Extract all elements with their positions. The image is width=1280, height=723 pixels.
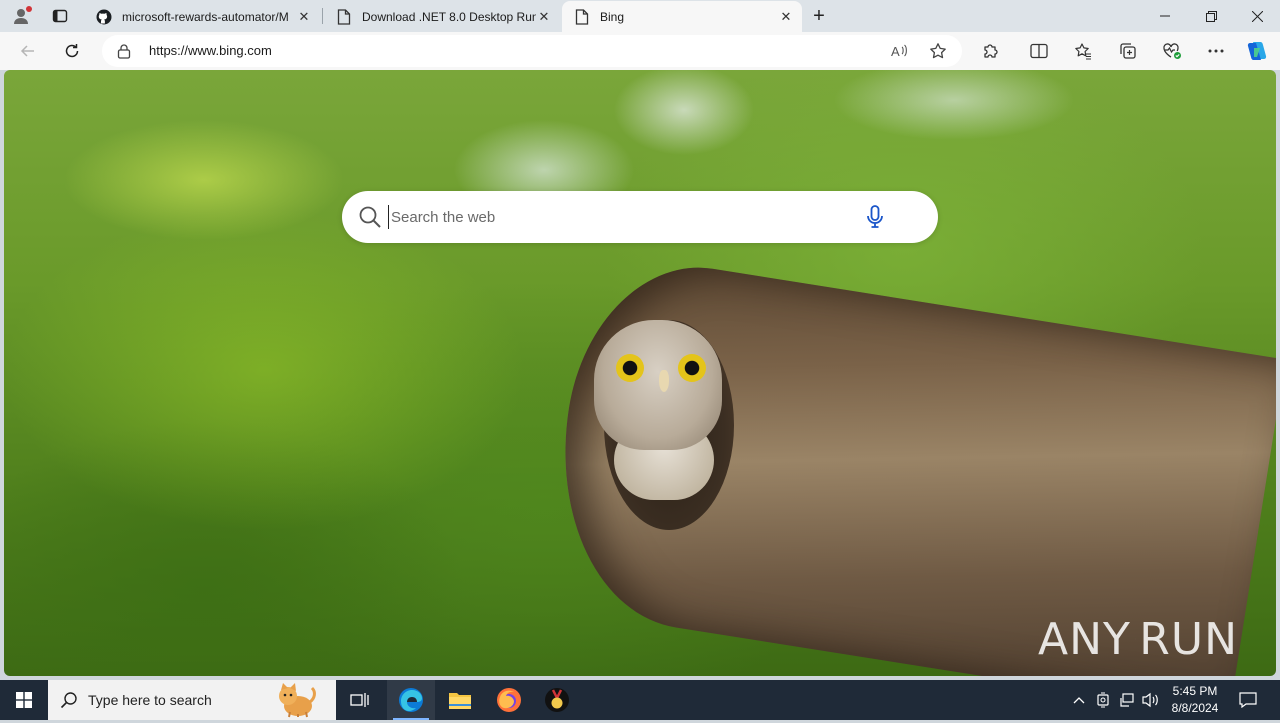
edge-icon — [398, 687, 424, 713]
split-screen-button[interactable] — [1025, 37, 1053, 65]
watermark-text-right: RUN — [1139, 614, 1238, 665]
profile-button[interactable] — [8, 4, 34, 28]
speaker-icon — [1142, 692, 1160, 708]
background-image — [4, 70, 1276, 676]
restore-icon — [1206, 11, 1217, 22]
collections-icon — [1119, 42, 1137, 60]
browser-toolbar: https://www.bing.com A — [0, 32, 1280, 70]
heart-pulse-icon — [1162, 42, 1182, 60]
minimize-button[interactable] — [1142, 0, 1188, 32]
new-tab-button[interactable]: + — [808, 4, 830, 28]
taskbar-file-explorer[interactable] — [436, 680, 484, 720]
restore-button[interactable] — [1188, 0, 1234, 32]
puzzle-icon — [982, 42, 1000, 60]
favorites-button[interactable] — [1069, 37, 1097, 65]
clock-date: 8/8/2024 — [1162, 700, 1228, 717]
taskbar-search[interactable]: Type here to search — [48, 680, 336, 720]
windows-taskbar: Type here to search 5:45 PM 8/8/2024 — [0, 680, 1280, 720]
favorite-star-icon[interactable] — [926, 39, 950, 63]
tab-dotnet-download[interactable]: Download .NET 8.0 Desktop Runt ✕ — [324, 1, 560, 32]
network-button[interactable] — [1116, 680, 1138, 720]
tray-device-button[interactable] — [1092, 680, 1114, 720]
microphone-icon[interactable] — [862, 204, 888, 230]
owl-eye-left — [616, 354, 644, 382]
folder-icon — [448, 690, 472, 710]
taskbar-clock[interactable]: 5:45 PM 8/8/2024 — [1162, 683, 1228, 717]
tab-strip: microsoft-rewards-automator/M ✕ Download… — [0, 0, 1280, 32]
show-hidden-icons-button[interactable] — [1068, 680, 1090, 720]
owl-head — [594, 320, 722, 450]
close-icon[interactable]: ✕ — [536, 9, 552, 25]
close-icon[interactable]: ✕ — [778, 9, 794, 25]
copilot-icon — [1245, 39, 1269, 63]
read-aloud-icon[interactable]: A — [888, 39, 912, 63]
tab-github[interactable]: microsoft-rewards-automator/M ✕ — [84, 1, 320, 32]
notification-dot — [26, 6, 32, 12]
owl-eye-right — [678, 354, 706, 382]
close-icon[interactable]: ✕ — [296, 9, 312, 25]
plus-icon: + — [813, 5, 825, 28]
tab-bing[interactable]: Bing ✕ — [562, 1, 802, 32]
tab-title: Bing — [600, 10, 778, 24]
network-icon — [1119, 692, 1135, 708]
watermark-text-left: ANY — [1038, 614, 1131, 665]
notification-icon — [1239, 692, 1257, 708]
page-icon — [336, 9, 352, 25]
svg-text:A: A — [891, 44, 900, 59]
settings-more-button[interactable] — [1202, 37, 1230, 65]
cat-illustration-icon — [274, 682, 318, 718]
tab-title: Download .NET 8.0 Desktop Runt — [362, 10, 536, 24]
medal-app-icon — [544, 687, 570, 713]
taskbar-firefox[interactable] — [485, 680, 533, 720]
address-bar[interactable]: https://www.bing.com A — [102, 35, 962, 67]
tab-actions-icon — [52, 8, 68, 24]
task-view-icon — [350, 691, 370, 709]
close-icon — [1252, 11, 1263, 22]
page-icon — [574, 9, 590, 25]
owl-beak — [659, 370, 669, 392]
minimize-icon — [1160, 11, 1170, 21]
copilot-button[interactable] — [1243, 37, 1271, 65]
search-icon[interactable] — [358, 205, 382, 234]
tab-actions-button[interactable] — [46, 4, 74, 28]
lock-icon[interactable] — [117, 43, 131, 64]
collections-button[interactable] — [1114, 37, 1142, 65]
taskbar-app-medal[interactable] — [533, 680, 581, 720]
search-box[interactable] — [342, 191, 938, 243]
url-text[interactable]: https://www.bing.com — [149, 43, 272, 58]
start-button[interactable] — [0, 680, 48, 720]
favorites-icon — [1074, 42, 1092, 60]
notifications-button[interactable] — [1232, 680, 1264, 720]
split-screen-icon — [1030, 43, 1048, 59]
task-view-button[interactable] — [336, 680, 384, 720]
tab-title: microsoft-rewards-automator/M — [122, 10, 296, 24]
back-arrow-icon — [20, 43, 36, 59]
windows-logo-icon — [16, 692, 32, 708]
search-icon — [60, 691, 78, 714]
extensions-button[interactable] — [977, 37, 1005, 65]
refresh-icon — [64, 43, 80, 59]
tab-divider — [322, 8, 323, 24]
refresh-button[interactable] — [58, 37, 86, 65]
volume-button[interactable] — [1140, 680, 1162, 720]
taskbar-edge[interactable] — [387, 680, 435, 720]
close-window-button[interactable] — [1234, 0, 1280, 32]
device-icon — [1096, 692, 1110, 708]
page-viewport: ANY RUN — [4, 70, 1276, 676]
back-button[interactable] — [14, 37, 42, 65]
github-icon — [96, 9, 112, 25]
firefox-icon — [496, 687, 522, 713]
more-dots-icon — [1208, 49, 1224, 53]
chevron-up-icon — [1073, 696, 1085, 704]
taskbar-search-placeholder: Type here to search — [88, 692, 212, 708]
browser-essentials-button[interactable] — [1158, 37, 1186, 65]
search-input[interactable] — [388, 205, 848, 229]
clock-time: 5:45 PM — [1162, 683, 1228, 700]
anyrun-watermark: ANY RUN — [1038, 608, 1238, 670]
